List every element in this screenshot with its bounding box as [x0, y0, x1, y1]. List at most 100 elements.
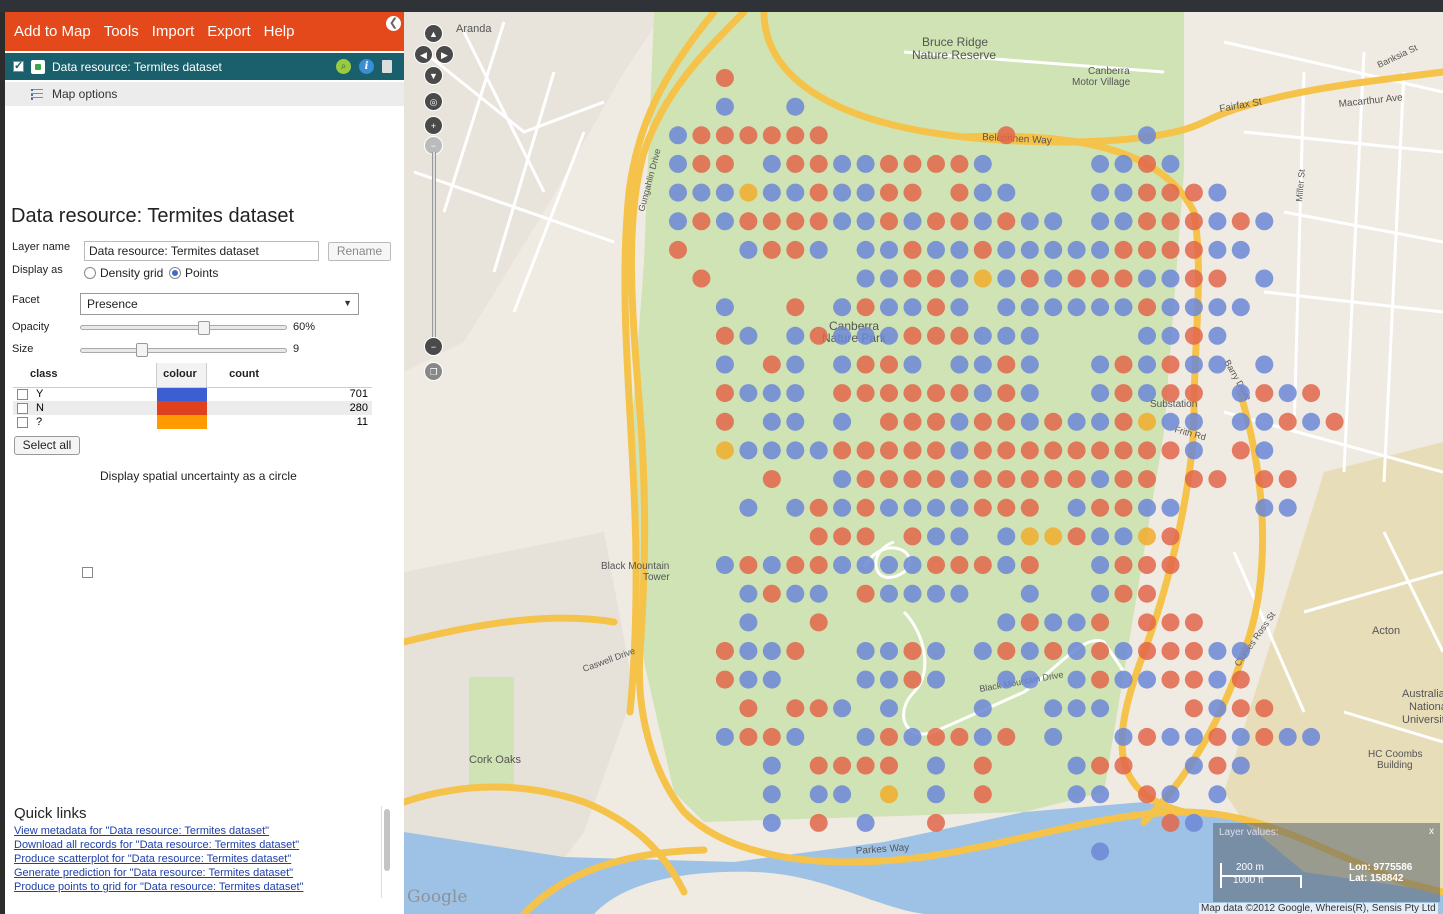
occurrence-point [903, 527, 922, 546]
occurrence-point [762, 470, 781, 489]
occurrence-point [1044, 613, 1063, 632]
menu-tools[interactable]: Tools [99, 23, 144, 40]
occurrence-point [1184, 813, 1203, 832]
occurrence-point [1044, 727, 1063, 746]
occurrence-point [997, 212, 1016, 231]
occurrence-point [1044, 527, 1063, 546]
occurrence-point [856, 212, 875, 231]
occurrence-point [973, 785, 992, 804]
occurrence-point [669, 154, 687, 173]
select-all-button[interactable]: Select all [14, 436, 80, 455]
density-grid-radio[interactable] [84, 267, 96, 279]
occurrence-point [809, 183, 828, 202]
size-slider[interactable] [80, 348, 287, 353]
layer-list-item[interactable]: Data resource: Termites dataset ⌕ i [5, 53, 404, 80]
occurrence-point [950, 498, 969, 517]
occurrence-point [973, 498, 992, 517]
occurrence-point [856, 326, 875, 345]
layer-name-input[interactable] [84, 241, 319, 261]
occurrence-point [1114, 527, 1133, 546]
occurrence-point [1161, 613, 1180, 632]
rename-button[interactable]: Rename [328, 242, 391, 261]
occurrence-point [997, 498, 1016, 517]
occurrence-point [1208, 670, 1227, 689]
pan-left-icon[interactable]: ◀ [414, 45, 433, 64]
occurrence-point [786, 355, 805, 374]
link-prediction[interactable]: Generate prediction for "Data resource: … [14, 867, 293, 879]
map-canvas[interactable]: Aranda Bruce Ridge Nature Reserve Canber… [404, 12, 1443, 914]
occurrence-point [1184, 470, 1203, 489]
occurrence-point [833, 183, 852, 202]
pan-right-icon[interactable]: ▶ [435, 45, 454, 64]
facet-select[interactable]: Presence ▼ [80, 293, 359, 315]
occurrence-point [1231, 756, 1250, 775]
occurrence-point [1138, 384, 1156, 403]
occurrence-point [833, 298, 852, 317]
occurrence-point [973, 183, 992, 202]
menu-import[interactable]: Import [147, 23, 200, 40]
layers-icon[interactable]: ❐ [424, 362, 443, 381]
pan-down-icon[interactable]: ▼ [424, 66, 443, 85]
link-points-to-grid[interactable]: Produce points to grid for "Data resourc… [14, 881, 303, 893]
label-bruce-ridge: Bruce Ridge [922, 35, 988, 49]
label-nature-reserve: Nature Reserve [912, 48, 996, 62]
occurrence-point [1161, 384, 1180, 403]
map-view[interactable]: Aranda Bruce Ridge Nature Reserve Canber… [404, 12, 1443, 914]
occurrence-point [762, 355, 781, 374]
occurrence-point [1231, 298, 1250, 317]
occurrence-point [1184, 240, 1203, 259]
zoom-out-icon[interactable]: − [424, 337, 443, 356]
legend-class-checkbox[interactable] [17, 388, 28, 400]
quick-links-scrollbar[interactable] [381, 806, 391, 898]
occurrence-point [833, 212, 852, 231]
size-value: 9 [293, 343, 300, 355]
occurrence-point [950, 212, 969, 231]
menu-add-to-map[interactable]: Add to Map [9, 23, 96, 40]
occurrence-point [880, 699, 898, 718]
pan-up-icon[interactable]: ▲ [424, 24, 443, 43]
link-download-records[interactable]: Download all records for "Data resource:… [14, 839, 299, 851]
info-icon[interactable]: i [359, 59, 374, 74]
occurrence-point [786, 183, 805, 202]
occurrence-point [1161, 212, 1180, 231]
collapse-panel-icon[interactable]: ❮ [386, 16, 401, 31]
opacity-slider[interactable] [80, 325, 287, 330]
occurrence-point [1184, 441, 1203, 460]
occurrence-point [1184, 384, 1203, 403]
occurrence-point [1020, 384, 1039, 403]
size-slider-thumb[interactable] [136, 343, 149, 357]
legend-class-checkbox[interactable] [17, 416, 28, 428]
occurrence-point [1255, 470, 1274, 489]
zoom-slider-track[interactable] [432, 152, 436, 342]
occurrence-point [715, 183, 734, 202]
zoom-world-icon[interactable]: ◎ [424, 92, 443, 111]
occurrence-point [692, 269, 711, 288]
menu-export[interactable]: Export [202, 23, 255, 40]
occurrence-point [856, 355, 875, 374]
occurrence-point [927, 584, 945, 603]
opacity-slider-thumb[interactable] [198, 321, 211, 335]
occurrence-point [1067, 785, 1086, 804]
occurrence-point [1067, 699, 1086, 718]
menu-help[interactable]: Help [259, 23, 300, 40]
legend-class-checkbox[interactable] [17, 402, 28, 414]
link-scatterplot[interactable]: Produce scatterplot for "Data resource: … [14, 853, 291, 865]
map-options-item[interactable]: Map options [5, 82, 404, 106]
opacity-value: 60% [293, 321, 316, 333]
delete-layer-icon[interactable] [382, 60, 392, 73]
occurrence-point [927, 670, 945, 689]
points-radio[interactable] [169, 267, 181, 279]
occurrence-point [1114, 269, 1133, 288]
occurrence-point [833, 498, 852, 517]
zoom-to-layer-icon[interactable]: ⌕ [336, 59, 351, 74]
occurrence-point [715, 384, 734, 403]
link-view-metadata[interactable]: View metadata for "Data resource: Termit… [14, 825, 269, 837]
occurrence-point [1091, 584, 1110, 603]
layer-values-close-icon[interactable]: x [1429, 826, 1434, 837]
uncertainty-checkbox[interactable] [82, 567, 93, 578]
occurrence-point [927, 727, 945, 746]
zoom-in-icon[interactable]: + [424, 116, 443, 135]
occurrence-point [669, 183, 687, 202]
occurrence-point [1020, 412, 1039, 431]
layer-visible-checkbox[interactable] [13, 59, 24, 72]
